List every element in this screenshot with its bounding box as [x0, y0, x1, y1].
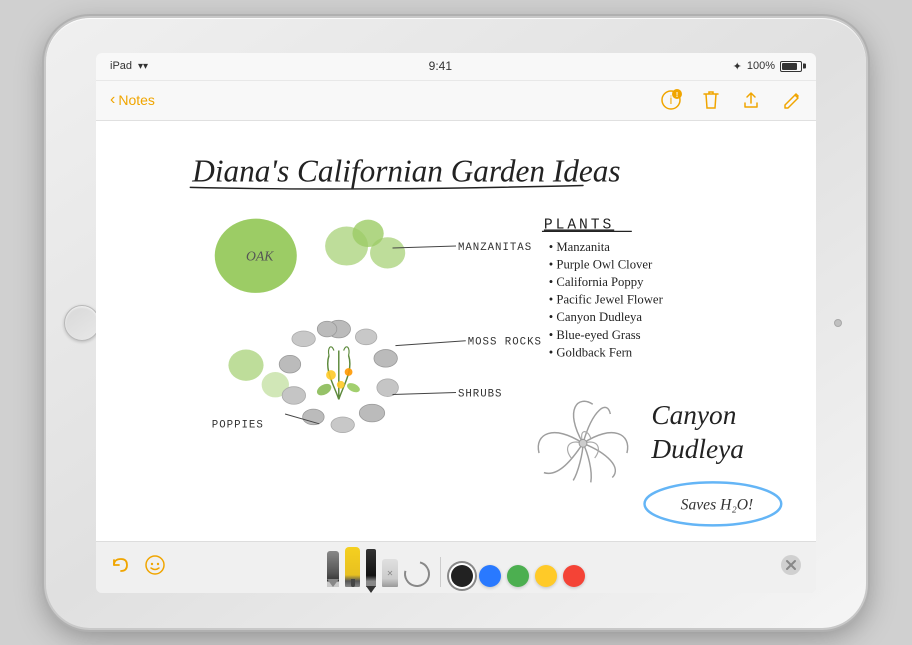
svg-text:• Pacific Jewel Flower: • Pacific Jewel Flower [549, 292, 664, 306]
battery-pct: 100% [747, 60, 775, 72]
svg-text:Saves H₂O!: Saves H₂O! [681, 496, 754, 513]
compose-button[interactable] [780, 89, 802, 111]
pencil-tool[interactable] [327, 551, 339, 587]
chevron-left-icon: ‹ [110, 91, 115, 109]
bluetooth-icon: ✦ [733, 60, 742, 73]
svg-text:• Goldback Fern: • Goldback Fern [549, 345, 633, 359]
nav-actions: i ! [660, 89, 802, 111]
svg-text:OAK: OAK [246, 248, 274, 263]
color-red[interactable] [563, 565, 585, 587]
status-bar: iPad ▾▾ 9:41 ✦ 100% [96, 53, 816, 81]
emoji-button[interactable] [144, 554, 166, 581]
share-button[interactable] [740, 89, 762, 111]
trash-button[interactable] [700, 89, 722, 111]
side-button [834, 319, 842, 327]
svg-text:• Blue-eyed Grass: • Blue-eyed Grass [549, 327, 641, 341]
marker-tool[interactable] [345, 547, 360, 587]
close-button[interactable] [780, 554, 802, 581]
wifi-icon: ▾▾ [138, 61, 148, 72]
color-green[interactable] [507, 565, 529, 587]
battery-icon [780, 61, 802, 72]
svg-text:SHRUBS: SHRUBS [458, 388, 503, 400]
color-yellow[interactable] [535, 565, 557, 587]
eraser-tool[interactable]: ✕ [382, 559, 398, 587]
home-button[interactable] [64, 305, 100, 341]
svg-text:POPPIES: POPPIES [212, 419, 264, 431]
screen: iPad ▾▾ 9:41 ✦ 100% ‹ Notes [96, 53, 816, 593]
status-left: iPad ▾▾ [110, 60, 148, 72]
svg-text:MOSS ROCKS: MOSS ROCKS [468, 336, 542, 348]
device-label: iPad [110, 60, 132, 72]
svg-text:Dudleya: Dudleya [650, 433, 744, 463]
toolbar-right-actions [780, 554, 802, 581]
toolbar: ✕ [96, 541, 816, 593]
nav-bar: ‹ Notes i ! [96, 81, 816, 121]
svg-text:i: i [670, 93, 673, 107]
undo-button[interactable] [110, 554, 132, 581]
svg-text:Canyon: Canyon [651, 399, 736, 429]
share-badge-button[interactable]: i ! [660, 89, 682, 111]
toolbar-drawing-tools: ✕ [327, 547, 585, 587]
svg-text:• Purple Owl Clover: • Purple Owl Clover [549, 257, 653, 271]
color-black[interactable] [451, 565, 473, 587]
pen-tool[interactable] [366, 549, 376, 587]
svg-text:• Manzanita: • Manzanita [549, 239, 611, 253]
ipad-device: iPad ▾▾ 9:41 ✦ 100% ‹ Notes [46, 18, 866, 628]
svg-text:• Canyon Dudleya: • Canyon Dudleya [549, 310, 643, 324]
status-time: 9:41 [429, 59, 452, 73]
svg-text:MANZANITAS: MANZANITAS [458, 241, 532, 253]
svg-text:• California Poppy: • California Poppy [549, 275, 644, 289]
status-right: ✦ 100% [733, 60, 802, 73]
color-blue[interactable] [479, 565, 501, 587]
lasso-tool[interactable] [404, 561, 430, 587]
svg-text:Diana's Californian Garden Ide: Diana's Californian Garden Ideas [191, 153, 620, 188]
toolbar-left-actions [110, 554, 166, 581]
back-button[interactable]: ‹ Notes [110, 91, 155, 109]
svg-text:!: ! [676, 92, 678, 99]
note-content[interactable]: Diana's Californian Garden Ideas PLANTS … [96, 121, 816, 541]
back-label: Notes [118, 92, 155, 108]
